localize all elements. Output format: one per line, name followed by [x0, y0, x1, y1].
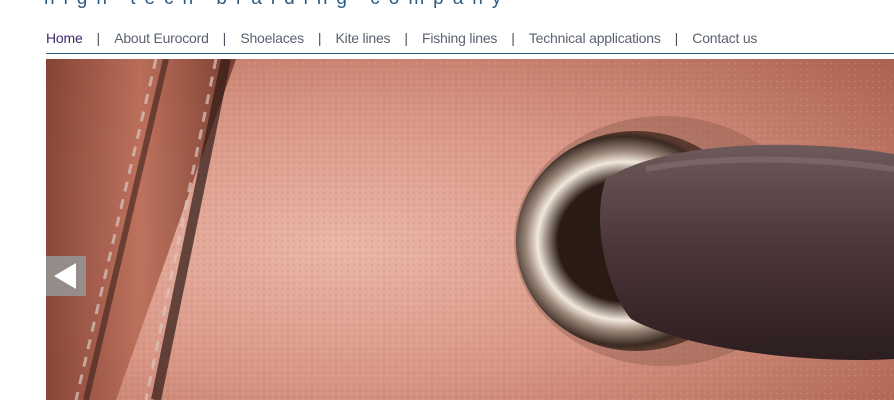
nav-fishing-lines[interactable]: Fishing lines — [422, 30, 497, 46]
nav-separator: | — [674, 30, 679, 46]
nav-separator: | — [511, 30, 515, 46]
page: high tech braiding company Home | About … — [0, 0, 894, 400]
triangle-left-icon — [54, 263, 76, 289]
slider-prev-button[interactable] — [46, 256, 86, 296]
nav-separator: | — [317, 30, 322, 46]
nav-contact-us[interactable]: Contact us — [692, 30, 757, 46]
nav-technical-applications[interactable]: Technical applications — [529, 30, 661, 46]
nav-separator: | — [404, 30, 408, 46]
nav-shoelaces[interactable]: Shoelaces — [240, 30, 304, 46]
main-nav: Home | About Eurocord | Shoelaces | Kite… — [46, 28, 757, 48]
hero-slide-image[interactable] — [46, 59, 894, 400]
nav-home[interactable]: Home — [46, 30, 83, 46]
nav-separator: | — [222, 30, 227, 46]
nav-about-eurocord[interactable]: About Eurocord — [114, 30, 209, 46]
site-tagline: high tech braiding company — [44, 0, 510, 10]
nav-separator: | — [96, 30, 101, 46]
nav-kite-lines[interactable]: Kite lines — [336, 30, 391, 46]
nav-divider — [46, 53, 894, 54]
